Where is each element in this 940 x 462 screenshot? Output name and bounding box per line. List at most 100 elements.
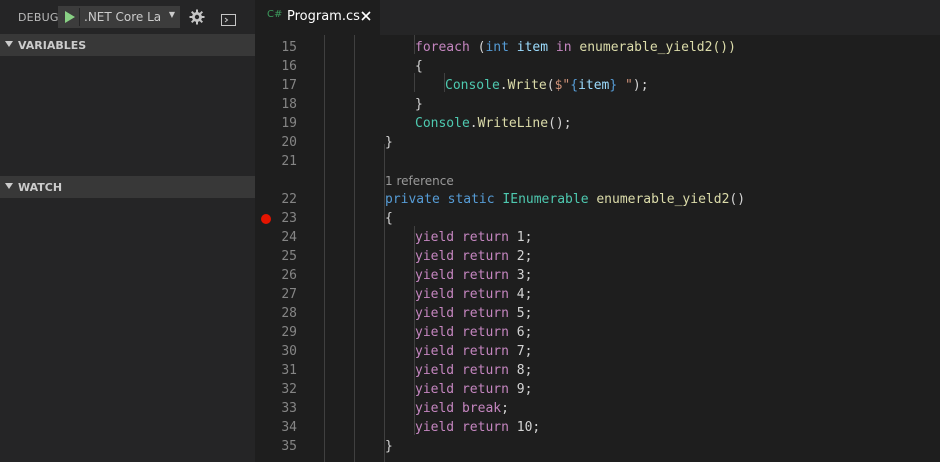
close-icon[interactable]	[359, 8, 373, 22]
code-line[interactable]: 24 yield return 1;	[255, 228, 940, 247]
code-token: (	[546, 78, 555, 93]
code-token: Write	[507, 78, 547, 93]
watch-section-header[interactable]: WATCH	[0, 176, 255, 198]
select-divider	[79, 8, 80, 26]
code-text: }	[385, 439, 393, 454]
code-token: return	[461, 344, 509, 359]
code-text: private static IEnumerable enumerable_yi…	[385, 190, 745, 209]
launch-configuration-select[interactable]: .NET Core Launch (console) ▼	[58, 6, 180, 28]
code-token: return	[461, 363, 509, 378]
code-text: yield return 5;	[415, 304, 532, 323]
code-line[interactable]: 33 yield break;	[255, 399, 940, 418]
start-debugging-icon[interactable]	[59, 7, 79, 27]
codelens-references-link[interactable]: 1 reference	[385, 172, 454, 191]
code-token: );	[632, 78, 649, 93]
code-text: yield return 10;	[415, 418, 540, 437]
code-line[interactable]: 23 {	[255, 209, 940, 228]
line-number: 19	[281, 116, 297, 131]
code-text: }	[415, 97, 423, 112]
code-line[interactable]: 26 yield return 3;	[255, 266, 940, 285]
code-token: yield	[415, 382, 455, 397]
debug-toolbar: DEBUG .NET Core Launch (console) ▼	[0, 0, 255, 35]
code-token: return	[461, 306, 509, 321]
code-line[interactable]: 27 yield return 4;	[255, 285, 940, 304]
code-line[interactable]: 34 yield return 10;	[255, 418, 940, 437]
code-line[interactable]: 35 }	[255, 437, 940, 456]
code-line[interactable]: 16 {	[255, 57, 940, 76]
code-token: ;	[501, 401, 509, 416]
code-token: return	[461, 249, 509, 264]
code-line[interactable]: 22 private static IEnumerable enumerable…	[255, 190, 940, 209]
code-text: yield return 1;	[415, 228, 532, 247]
code-line[interactable]: 32 yield return 9;	[255, 380, 940, 399]
code-line[interactable]: 18 }	[255, 95, 940, 114]
code-text: yield return 4;	[415, 285, 532, 304]
code-text: foreach (int item in enumerable_yield2()…	[415, 38, 736, 57]
line-number: 30	[281, 344, 297, 359]
code-token: return	[461, 268, 509, 283]
code-token: IEnumerable	[502, 192, 589, 207]
code-token: item	[578, 78, 610, 93]
code-token: static	[447, 192, 495, 207]
code-line[interactable]: 31 yield return 8;	[255, 361, 940, 380]
code-token: yield	[415, 420, 455, 435]
code-token: enumerable_yield2())	[571, 40, 736, 55]
code-token: 9;	[508, 382, 533, 397]
code-token: "	[617, 78, 633, 93]
tab-program-cs[interactable]: C# Program.cs	[255, 0, 380, 35]
code-line[interactable]: 15 foreach (int item in enumerable_yield…	[255, 38, 940, 57]
code-line[interactable]: 30 yield return 7;	[255, 342, 940, 361]
code-token: return	[461, 325, 509, 340]
code-text: yield return 3;	[415, 266, 532, 285]
code-token: return	[461, 382, 509, 397]
code-token: return	[461, 287, 509, 302]
expand-triangle-icon	[5, 41, 13, 47]
code-token: return	[461, 230, 509, 245]
code-token: yield	[415, 344, 455, 359]
chevron-down-icon[interactable]: ▼	[169, 10, 175, 19]
line-number: 31	[281, 363, 297, 378]
debug-console-icon[interactable]	[221, 11, 236, 26]
debug-sidebar: DEBUG .NET Core Launch (console) ▼	[0, 0, 255, 462]
code-token: .	[469, 116, 478, 131]
code-text: yield return 9;	[415, 380, 532, 399]
code-token: Console	[415, 116, 470, 131]
variables-section-header[interactable]: VARIABLES	[0, 34, 255, 56]
line-number: 32	[281, 382, 297, 397]
line-number: 18	[281, 97, 297, 112]
csharp-file-icon: C#	[267, 9, 283, 20]
code-token: 4;	[508, 287, 533, 302]
code-token: $"	[554, 78, 571, 93]
code-token: 6;	[508, 325, 533, 340]
line-number: 34	[281, 420, 297, 435]
line-number: 33	[281, 401, 297, 416]
line-number: 27	[281, 287, 297, 302]
code-token: yield	[415, 306, 455, 321]
code-line[interactable]: 21	[255, 152, 940, 171]
code-text: yield return 8;	[415, 361, 532, 380]
code-line[interactable]: 28 yield return 5;	[255, 304, 940, 323]
code-token: yield	[415, 325, 455, 340]
code-line[interactable]: 29 yield return 6;	[255, 323, 940, 342]
code-line[interactable]: 17 Console.Write($"{item} ");	[255, 76, 940, 95]
gear-icon[interactable]	[189, 9, 205, 25]
line-number: 25	[281, 249, 297, 264]
code-token: in	[555, 40, 572, 55]
code-token: 7;	[508, 344, 533, 359]
code-line[interactable]: 19 Console.WriteLine();	[255, 114, 940, 133]
debug-title: DEBUG	[18, 11, 59, 24]
codelens-row: 1 reference	[255, 172, 940, 191]
code-editor[interactable]: 15 foreach (int item in enumerable_yield…	[255, 35, 940, 462]
code-token: 3;	[508, 268, 533, 283]
code-text: yield return 7;	[415, 342, 532, 361]
line-number: 35	[281, 439, 297, 454]
code-token: yield	[415, 401, 455, 416]
code-line[interactable]: 20 }	[255, 133, 940, 152]
code-line[interactable]: 25 yield return 2;	[255, 247, 940, 266]
